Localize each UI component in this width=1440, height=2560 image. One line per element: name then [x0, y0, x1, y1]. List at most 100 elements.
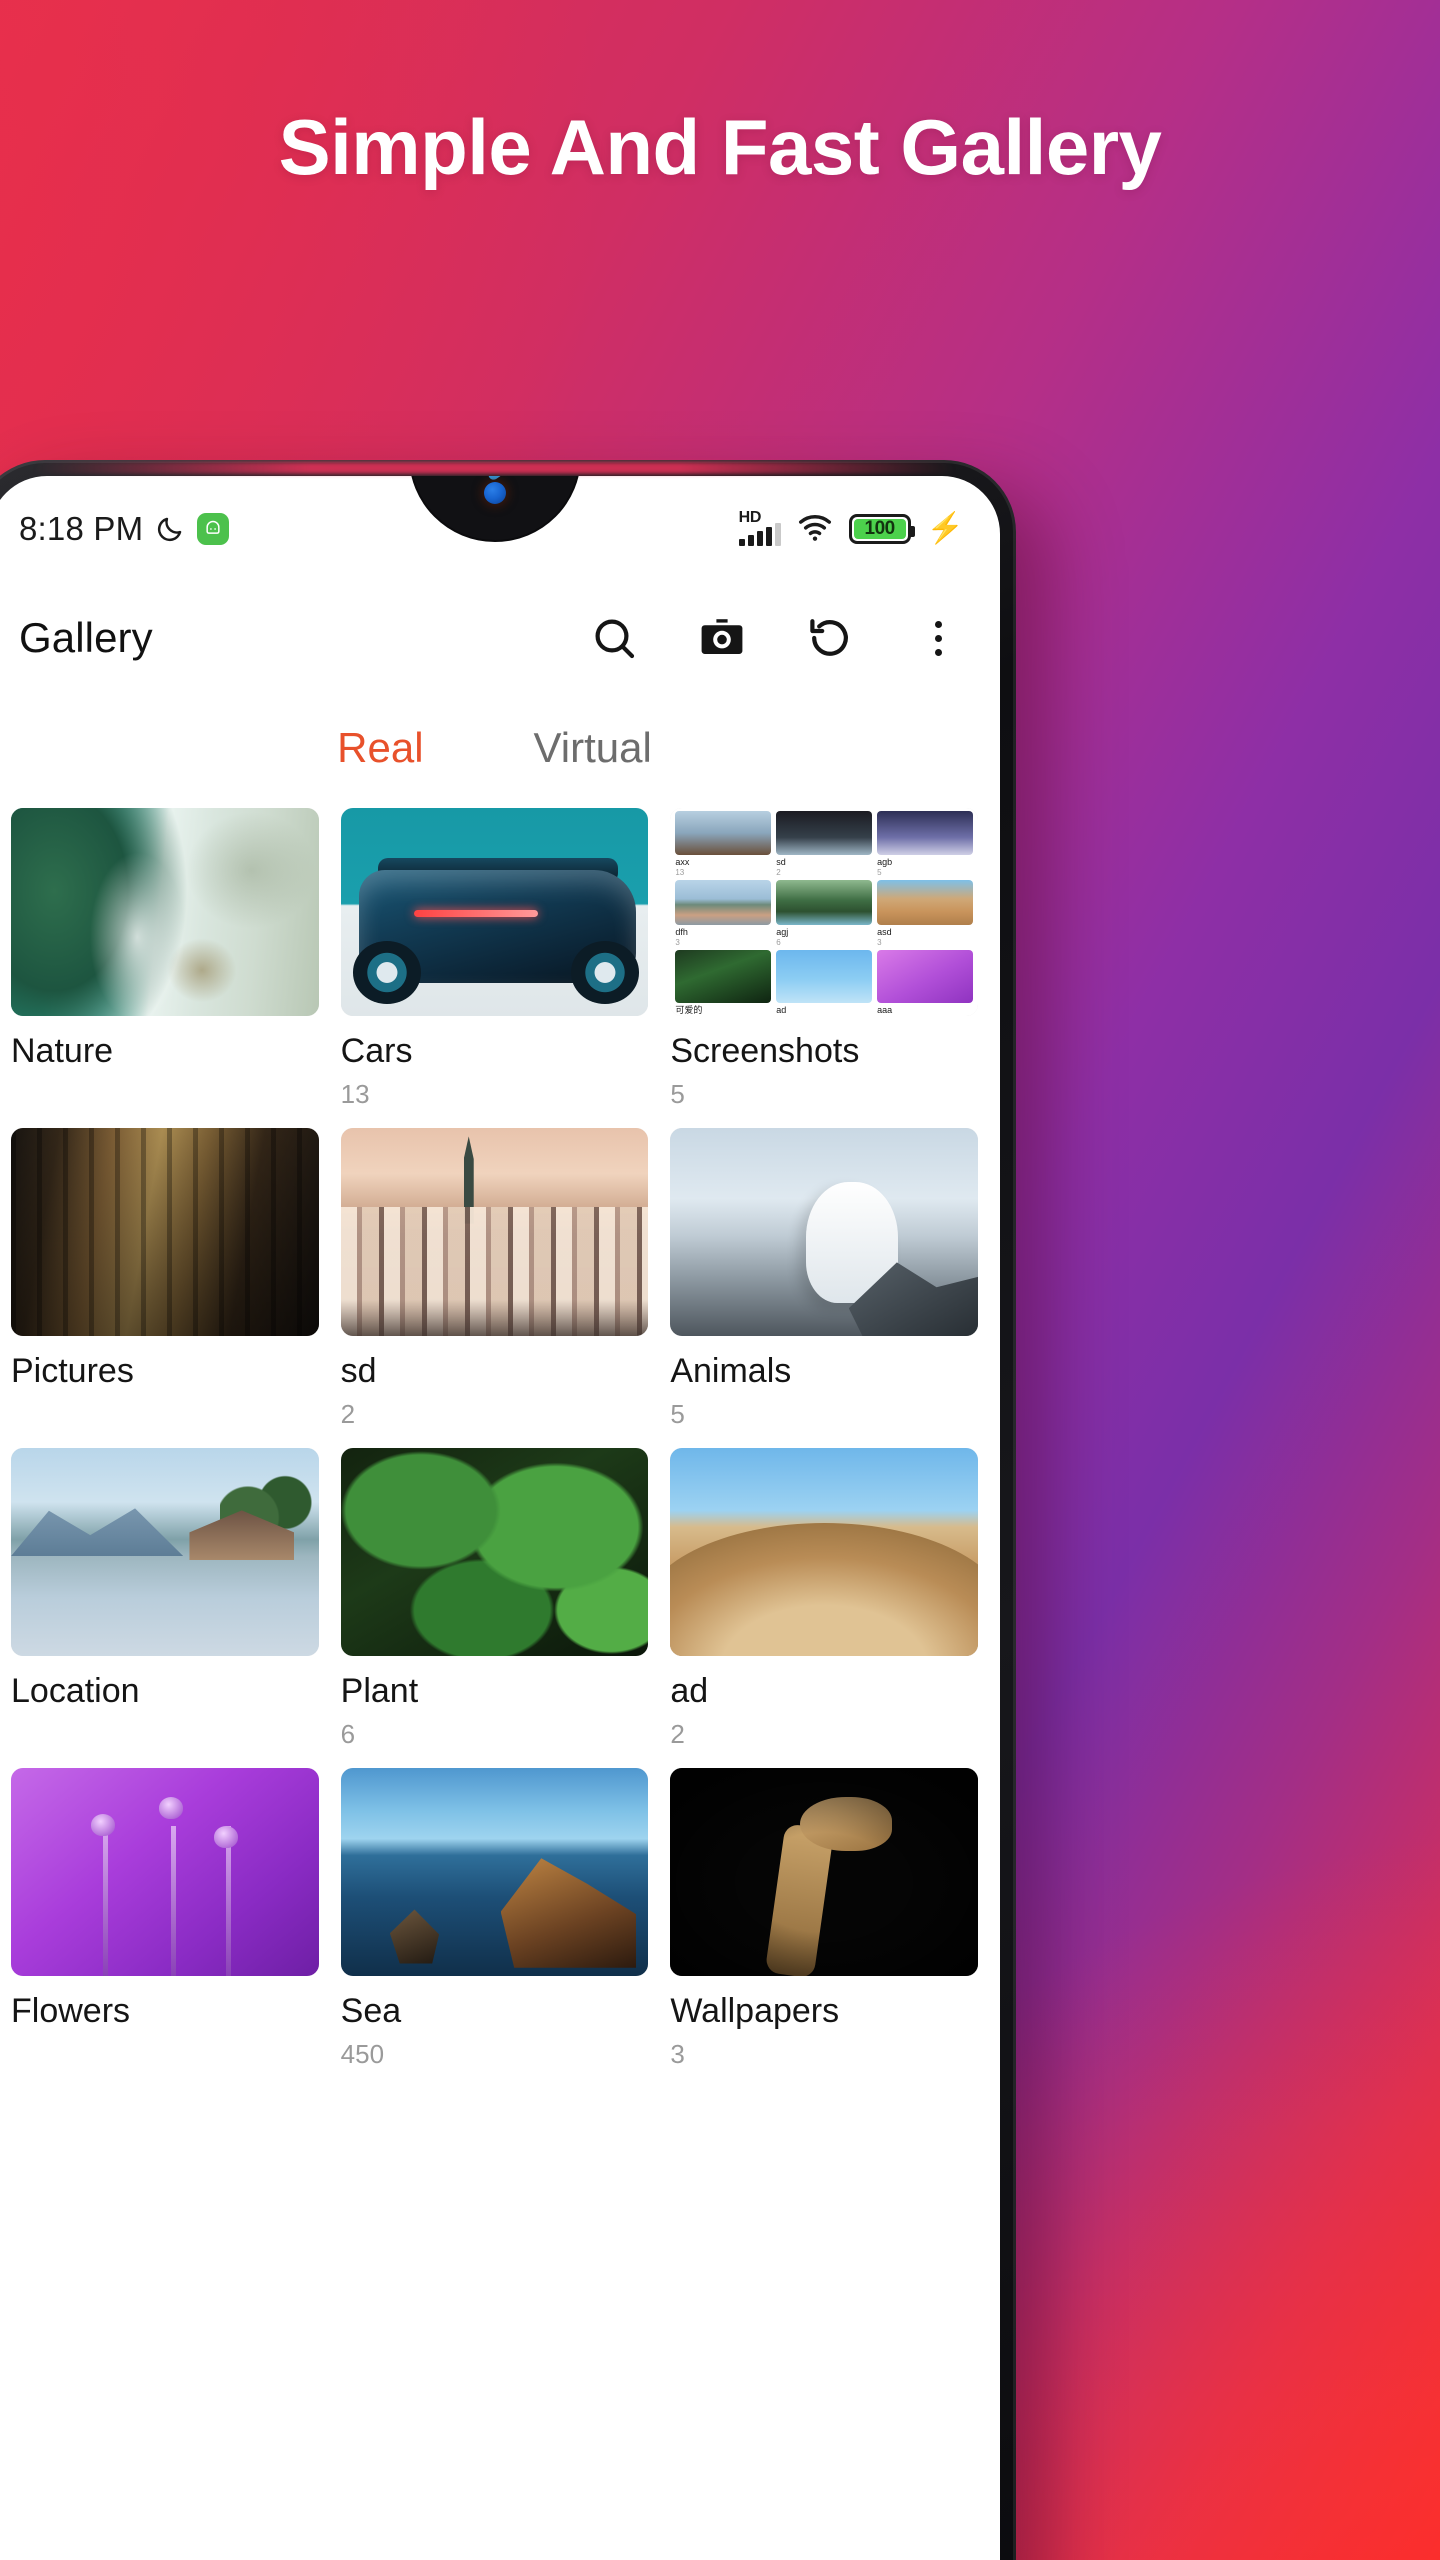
nested-album-count: 5: [877, 868, 882, 878]
album-name: Animals: [670, 1352, 792, 1390]
network-type-label: HD: [738, 509, 762, 526]
album-count: 5: [670, 1399, 685, 1429]
album-name: Location: [11, 1672, 140, 1710]
app-toolbar: Gallery: [0, 582, 1000, 694]
nested-album-count: 3: [877, 937, 882, 947]
album-card[interactable]: Sea 450: [340, 1768, 649, 2088]
nested-album-thumbnail: [776, 880, 873, 925]
nested-album-card: axx 13: [675, 808, 772, 878]
album-card[interactable]: Nature: [11, 808, 319, 1128]
nested-album-count: 2: [776, 868, 781, 878]
nested-album-thumbnail: [675, 880, 772, 925]
album-thumbnail[interactable]: [670, 1448, 978, 1656]
camera-icon[interactable]: [694, 610, 750, 666]
album-count: 5: [670, 1079, 685, 1109]
album-thumbnail[interactable]: [670, 1768, 978, 1976]
album-card[interactable]: Wallpapers 3: [670, 1768, 978, 2088]
album-card[interactable]: Plant 6: [340, 1448, 649, 1768]
album-card[interactable]: Location: [11, 1448, 319, 1768]
promo-banner: Simple And Fast Gallery 8:18 PM HD 100 ⚡…: [0, 0, 1440, 2560]
album-count: 2: [340, 1399, 356, 1429]
album-card[interactable]: ad 2: [670, 1448, 978, 1768]
album-thumbnail[interactable]: [340, 1768, 649, 1976]
battery-icon: 100: [848, 514, 915, 544]
nested-album-name: asd: [877, 926, 892, 937]
phone-screen: 8:18 PM HD 100 ⚡ Gallery Real Virtual Na…: [0, 476, 1000, 2560]
album-count: 2: [670, 1719, 685, 1749]
nested-album-thumbnail: [675, 949, 772, 1003]
refresh-rotate-left-icon[interactable]: [802, 610, 858, 666]
nested-album-name: ad: [776, 1005, 787, 1015]
nested-album-name: sd: [776, 857, 786, 868]
album-name: Wallpapers: [670, 1992, 840, 2030]
nested-album-thumbnail: [877, 949, 973, 1003]
album-thumbnail[interactable]: [11, 1768, 319, 1976]
nested-album-thumbnail: [776, 949, 873, 1003]
more-vertical-kebab-icon[interactable]: [910, 610, 966, 666]
promo-headline: Simple And Fast Gallery: [278, 103, 1162, 191]
battery-percent-label: 100: [864, 518, 896, 539]
album-thumbnail[interactable]: [340, 1448, 649, 1656]
nested-album-name: agj: [776, 926, 789, 937]
nested-album-name: agb: [877, 857, 893, 868]
nested-album-count: 6: [776, 937, 781, 947]
album-card[interactable]: axx 13 sd 2 agb 5 dfh 3 agj 6 asd 3 可爱的 …: [670, 808, 978, 1128]
nested-album-name: dfh: [675, 926, 688, 937]
nested-album-card: asd 3: [877, 877, 973, 947]
cellular-signal-icon: HD: [738, 509, 781, 546]
album-name: Cars: [340, 1032, 413, 1070]
nested-album-card: agj 6: [776, 877, 873, 947]
nested-gallery-grid: axx 13 sd 2 agb 5 dfh 3 agj 6 asd 3 可爱的 …: [670, 808, 978, 1016]
lightning-bolt-icon: ⚡: [926, 512, 964, 545]
nested-album-name: aaa: [877, 1005, 893, 1015]
nested-album-card: 可爱的: [675, 947, 772, 1016]
album-thumbnail[interactable]: [340, 808, 649, 1016]
album-grid-scroll-area[interactable]: Nature Cars 13 axx 13 sd 2 agb 5 dfh 3 a…: [0, 802, 1000, 2560]
album-thumbnail[interactable]: [11, 1128, 319, 1336]
tab-real[interactable]: Real: [337, 724, 423, 772]
album-name: Screenshots: [670, 1032, 860, 1070]
album-thumbnail[interactable]: axx 13 sd 2 agb 5 dfh 3 agj 6 asd 3 可爱的 …: [670, 808, 978, 1016]
nested-album-name: 可爱的: [675, 1005, 703, 1015]
album-name: Flowers: [11, 1992, 131, 2030]
nested-album-thumbnail: [877, 880, 973, 925]
album-name: Pictures: [11, 1352, 134, 1390]
album-thumbnail[interactable]: [670, 1128, 978, 1336]
nested-album-name: axx: [675, 857, 690, 868]
search-icon[interactable]: [586, 610, 642, 666]
status-bar-right: HD 100 ⚡: [738, 509, 964, 548]
toolbar-actions: [586, 610, 966, 666]
album-card[interactable]: Cars 13: [340, 808, 649, 1128]
green-app-notification-icon: [197, 513, 230, 545]
phone-device-frame: 8:18 PM HD 100 ⚡ Gallery Real Virtual Na…: [0, 460, 1016, 2560]
album-thumbnail[interactable]: [11, 808, 319, 1016]
album-grid: Nature Cars 13 axx 13 sd 2 agb 5 dfh 3 a…: [0, 802, 1000, 2088]
album-count: 6: [340, 1719, 356, 1749]
tab-bar: Real Virtual: [0, 694, 1000, 802]
album-card[interactable]: Flowers: [11, 1768, 319, 2088]
nested-album-card: dfh 3: [675, 877, 772, 947]
nested-album-thumbnail: [877, 811, 973, 856]
page-title: Gallery: [19, 614, 153, 661]
nested-album-count: 3: [675, 937, 680, 947]
album-count: 13: [340, 1079, 370, 1109]
album-name: Nature: [11, 1032, 114, 1070]
nested-album-count: 13: [675, 868, 685, 878]
album-count: 3: [670, 2039, 685, 2069]
album-thumbnail[interactable]: [11, 1448, 319, 1656]
album-count: 450: [340, 2039, 385, 2069]
album-card[interactable]: Animals 5: [670, 1128, 978, 1448]
nested-album-card: sd 2: [776, 808, 873, 878]
status-bar: 8:18 PM HD 100 ⚡: [0, 476, 1000, 582]
nested-album-card: ad: [776, 947, 873, 1016]
status-time: 8:18 PM: [19, 510, 144, 547]
album-thumbnail[interactable]: [340, 1128, 649, 1336]
nested-album-thumbnail: [776, 811, 873, 856]
album-name: Plant: [340, 1672, 419, 1710]
status-bar-left: 8:18 PM: [19, 510, 230, 548]
tab-virtual[interactable]: Virtual: [534, 724, 652, 772]
nested-album-thumbnail: [675, 811, 772, 856]
album-name: ad: [670, 1672, 709, 1710]
album-card[interactable]: sd 2: [340, 1128, 649, 1448]
album-card[interactable]: Pictures: [11, 1128, 319, 1448]
